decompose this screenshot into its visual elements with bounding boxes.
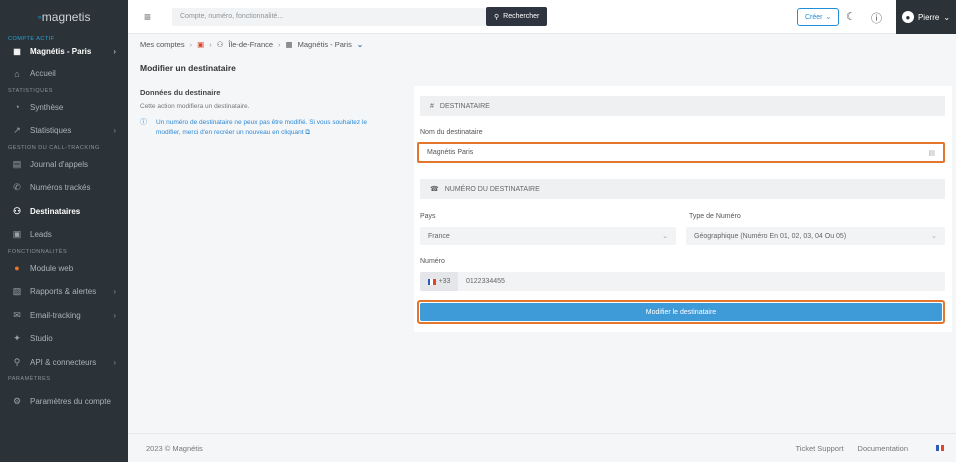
- link-icon: ⚲: [13, 356, 21, 367]
- form-description: Données du destinaire Cette action modif…: [140, 88, 405, 138]
- language-flag-icon[interactable]: [936, 445, 945, 451]
- docs-link[interactable]: Documentation: [858, 444, 908, 453]
- sparkle-icon: ✦: [13, 333, 21, 344]
- sidebar-item-destinataires[interactable]: ⚇ Destinataires: [0, 200, 128, 224]
- autofill-icon: ▤: [928, 149, 935, 157]
- form-card: # Destinataire ☎ Numéro du destinataire: [414, 86, 952, 332]
- dark-mode-icon[interactable]: ☾: [846, 10, 856, 23]
- name-field[interactable]: Magnétis Paris ▤: [417, 142, 945, 163]
- search-icon: ⚲: [494, 13, 500, 21]
- chevron-down-icon: ⌄: [825, 14, 832, 21]
- sidebar-item-leads[interactable]: ▣ Leads: [0, 223, 128, 247]
- section-header-numero: ☎ Numéro du destinataire: [420, 179, 945, 199]
- breadcrumb-separator-icon: ›: [189, 40, 193, 49]
- footer: 2023 © Magnétis Ticket Support Documenta…: [128, 433, 956, 462]
- chevron-right-icon: ›: [113, 357, 116, 367]
- chevron-right-icon: ›: [113, 126, 116, 136]
- phone-number-icon: ☎: [430, 186, 439, 193]
- section-stats: Statistiques: [8, 87, 53, 94]
- number-field[interactable]: 0122334455: [458, 272, 945, 291]
- web-module-icon: ●: [14, 263, 20, 274]
- name-label: Nom du destinataire: [420, 129, 483, 136]
- sidebar-item-module-web[interactable]: ● Module web: [0, 257, 128, 281]
- description-text: Cette action modifiera un destinataire.: [140, 103, 250, 110]
- country-select[interactable]: France ⌄: [420, 227, 676, 245]
- account-selector[interactable]: ▦ Magnétis - Paris ›: [0, 44, 128, 58]
- section-title: Données du destinaire: [140, 88, 221, 97]
- book-icon: ▤: [12, 158, 22, 169]
- pie-chart-icon: ◔: [14, 102, 20, 113]
- section-active-account: Compte actif: [8, 36, 55, 42]
- section-header-destinataire: # Destinataire: [420, 96, 945, 116]
- chevron-down-icon: ⌄: [662, 233, 668, 240]
- sidebar-item-studio[interactable]: ✦ Studio: [0, 327, 128, 351]
- app-logo[interactable]: ◦ magnetis: [0, 0, 128, 34]
- chevron-right-icon: ›: [113, 310, 116, 320]
- topbar: ≡ Compte, numéro, fonctionnalité... ⚲ Rec…: [128, 0, 956, 34]
- breadcrumb-account[interactable]: Magnétis - Paris: [298, 40, 352, 49]
- search-button[interactable]: ⚲ Rechercher: [486, 7, 548, 26]
- page-title: Modifier un destinataire: [140, 63, 236, 73]
- info-note: ⓘ Un numéro de destinataire ne peux pas …: [140, 119, 368, 136]
- section-settings: Paramètres: [8, 376, 51, 382]
- info-icon: ⓘ: [140, 119, 147, 126]
- country-label: Pays: [420, 213, 436, 220]
- sidebar-item-numeros[interactable]: ✆ Numéros trackés: [0, 176, 128, 200]
- avatar: ●: [901, 11, 914, 23]
- chevron-right-icon: ›: [113, 287, 116, 297]
- report-icon: ▧: [12, 286, 22, 297]
- section-calltracking: Gestion du call-tracking: [8, 144, 100, 151]
- search-input[interactable]: Compte, numéro, fonctionnalité...: [172, 7, 486, 26]
- recreate-link[interactable]: modifier, merci d'en recréer un nouveau …: [156, 129, 304, 136]
- country-code-selector[interactable]: +33: [420, 272, 458, 291]
- chevron-down-icon: ⌄: [943, 12, 951, 22]
- number-label: Numéro: [420, 258, 445, 265]
- hash-icon: #: [430, 102, 434, 110]
- support-link[interactable]: Ticket Support: [795, 444, 843, 453]
- chevron-down-icon: ⌄: [931, 233, 937, 240]
- users-icon: ⚇: [12, 205, 22, 216]
- breadcrumb-separator-icon: ›: [209, 40, 212, 49]
- breadcrumb: Mes comptes › ▣ › ⚇ Île-de-France › ▦ Ma…: [140, 40, 363, 49]
- sidebar: ◦ magnetis Compte actif ▦ Magnétis - Pari…: [0, 0, 128, 462]
- sidebar-item-stats[interactable]: ↗ Statistiques ›: [0, 119, 128, 143]
- phone-icon: ✆: [13, 182, 21, 193]
- external-link-icon[interactable]: ⧉: [305, 129, 310, 136]
- sidebar-item-journal[interactable]: ▤ Journal d'appels: [0, 153, 128, 177]
- breadcrumb-region[interactable]: Île-de-France: [228, 40, 273, 49]
- submit-button[interactable]: Modifier le destinataire: [420, 303, 942, 321]
- line-chart-icon: ↗: [13, 125, 21, 136]
- sidebar-item-home[interactable]: ⌂ Accueil: [0, 62, 128, 86]
- account-icon: ▦: [285, 40, 293, 49]
- menu-icon[interactable]: ≡: [144, 10, 156, 24]
- home-icon: ⌂: [14, 68, 20, 79]
- sidebar-item-params[interactable]: ⚙ Paramètres du compte: [0, 390, 128, 414]
- help-icon[interactable]: ⓘ: [871, 10, 882, 26]
- type-label: Type de Numéro: [689, 213, 741, 220]
- create-button[interactable]: Créer ⌄: [797, 8, 840, 26]
- region-icon: ⚇: [216, 40, 224, 49]
- breadcrumb-separator-icon: ›: [278, 40, 281, 49]
- building-icon: ▦: [13, 46, 21, 56]
- submit-button-highlight: Modifier le destinataire: [417, 300, 945, 324]
- france-flag-icon: [427, 278, 436, 285]
- chevron-right-icon: ›: [113, 46, 116, 56]
- breadcrumb-root[interactable]: Mes comptes: [140, 40, 185, 49]
- organization-icon[interactable]: ▣: [197, 40, 204, 49]
- sidebar-item-rapports[interactable]: ▧ Rapports & alertes ›: [0, 280, 128, 304]
- sidebar-item-api[interactable]: ⚲ API & connecteurs ›: [0, 351, 128, 375]
- copyright: 2023 © Magnétis: [146, 443, 203, 453]
- section-features: Fonctionnalités: [8, 248, 68, 255]
- user-menu[interactable]: ● Pierre ⌄: [896, 0, 956, 34]
- type-select[interactable]: Géographique (Numéro En 01, 02, 03, 04 O…: [686, 227, 945, 245]
- chevron-down-icon[interactable]: ⌄: [357, 40, 363, 49]
- email-icon: ✉: [13, 309, 21, 320]
- settings-icon: ⚙: [12, 396, 22, 407]
- id-card-icon: ▣: [12, 229, 22, 240]
- sidebar-item-email[interactable]: ✉ Email-tracking ›: [0, 304, 128, 328]
- sidebar-item-synthese[interactable]: ◔ Synthèse: [0, 96, 128, 120]
